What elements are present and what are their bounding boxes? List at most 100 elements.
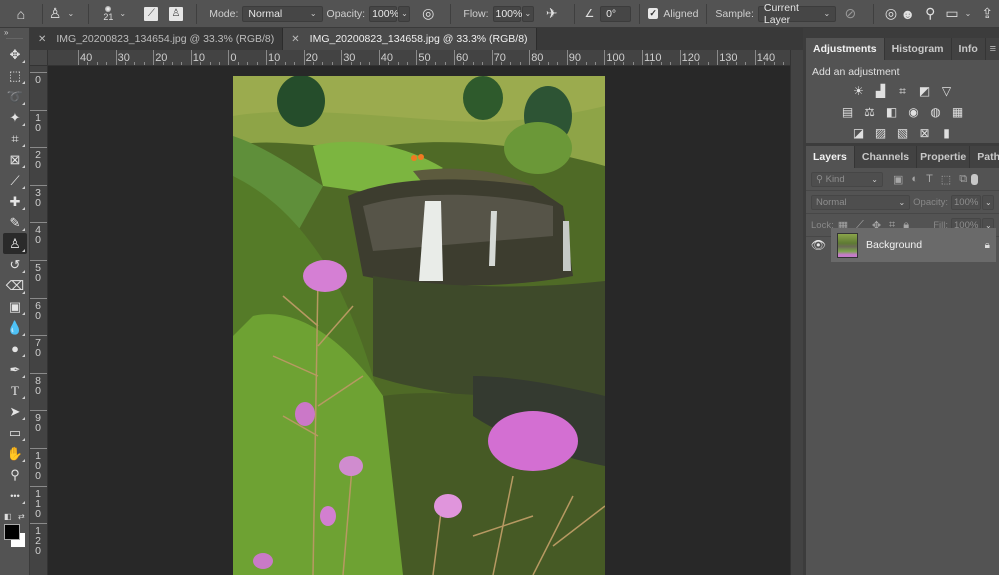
layer-opacity-input[interactable]: 100% (951, 194, 981, 210)
visibility-eye-icon[interactable]: 👁︎ (806, 238, 831, 252)
search-button[interactable]: ⚲ (925, 5, 935, 22)
zoom-tool[interactable]: ⚲ (3, 464, 27, 485)
edit-toolbar[interactable]: ••• (3, 485, 27, 506)
pressure-size-button[interactable]: ◎ (881, 5, 900, 22)
eraser-tool[interactable]: ⌫ (3, 275, 27, 296)
airbrush-button[interactable]: ✈ (538, 5, 566, 22)
divider (573, 3, 575, 24)
photo-filter-icon[interactable]: ◉ (906, 104, 922, 120)
ruler-origin[interactable] (30, 50, 48, 66)
adjustment-filter-icon[interactable]: ◐ (911, 173, 918, 185)
brush-settings-button[interactable]: ⟋ (139, 6, 164, 21)
opacity-input[interactable]: 100% (369, 5, 399, 22)
path-selection-tool[interactable]: ➤ (3, 401, 27, 422)
smart-object-filter-icon[interactable]: ⧉ (959, 173, 967, 186)
home-button[interactable]: ⌂ (0, 6, 42, 22)
vertical-ruler[interactable]: 0 10 20 30 40 50 60 70 80 90 100 110 120 (30, 66, 48, 575)
gradient-tool[interactable]: ▣ (3, 296, 27, 317)
collapse-toolbox-button[interactable]: » (0, 28, 29, 38)
selective-color-icon[interactable]: ⊠ (917, 125, 933, 141)
default-colors-icon[interactable]: ◧ (4, 512, 12, 521)
layer-opacity-dropdown[interactable]: ⌄ (982, 194, 994, 210)
share-user-button[interactable]: ☻ (900, 6, 915, 22)
tab-adjustments[interactable]: Adjustments (806, 38, 885, 60)
brush-preset-picker[interactable]: 21 ⌄ (97, 5, 139, 22)
document-image[interactable] (233, 76, 605, 575)
tab-info[interactable]: Info (952, 38, 986, 60)
healing-brush-tool[interactable]: ✚ (3, 191, 27, 212)
angle-input[interactable]: 0° (600, 5, 632, 22)
sample-select[interactable]: Current Layer ⌄ (757, 2, 837, 26)
flow-dropdown[interactable]: ⌄ (521, 5, 534, 22)
eyedropper-tool[interactable]: ⟋ (3, 170, 27, 191)
filter-toggle[interactable] (971, 173, 979, 185)
dodge-tool[interactable]: ● (3, 338, 27, 359)
opacity-dropdown[interactable]: ⌄ (398, 5, 411, 22)
panel-menu-icon[interactable]: ≡ (987, 38, 999, 60)
mode-select[interactable]: Normal ⌄ (242, 5, 323, 22)
brush-tool[interactable]: ✎ (3, 212, 27, 233)
black-white-icon[interactable]: ◧ (884, 104, 900, 120)
clone-stamp-tool[interactable]: ♙ (3, 233, 27, 254)
foreground-color-swatch[interactable] (4, 524, 20, 540)
doc-tab-1[interactable]: ✕ IMG_20200823_134654.jpg @ 33.3% (RGB/8) (30, 28, 284, 50)
workspace-button[interactable]: ▭ ⌄ (945, 5, 971, 22)
clone-stamp-icon: ♙ (9, 235, 21, 251)
tab-properties[interactable]: Propertie (917, 146, 971, 168)
flow-input[interactable]: 100% (492, 5, 522, 22)
aligned-checkbox[interactable]: ✓ (647, 8, 659, 19)
history-brush-tool[interactable]: ↺ (3, 254, 27, 275)
clone-source-button[interactable]: ♙ (164, 6, 189, 21)
color-balance-icon[interactable]: ⚖ (862, 104, 878, 120)
vibrance-icon[interactable]: ▽ (939, 83, 955, 99)
exposure-icon[interactable]: ◩ (917, 83, 933, 99)
layer-kind-filter[interactable]: ⚲ Kind ⌄ (811, 171, 883, 187)
close-icon[interactable]: ✕ (291, 34, 299, 45)
tool-preset-picker[interactable]: ♙ ⌄ (43, 5, 81, 22)
hue-saturation-icon[interactable]: ▤ (840, 104, 856, 120)
pixel-filter-icon[interactable]: ▣ (893, 173, 903, 186)
posterize-icon[interactable]: ▨ (873, 125, 889, 141)
tab-channels[interactable]: Channels (855, 146, 918, 168)
crop-tool[interactable]: ⌗ (3, 128, 27, 149)
brightness-contrast-icon[interactable]: ☀ (851, 83, 867, 99)
vertical-scrollbar[interactable] (790, 50, 803, 575)
pressure-opacity-button[interactable]: ◎ (414, 5, 442, 22)
shape-filter-icon[interactable]: ⬚ (941, 173, 951, 186)
tab-paths[interactable]: Paths (970, 146, 999, 168)
tab-layers[interactable]: Layers (806, 146, 855, 168)
layer-row-background[interactable]: 👁︎ Background 🔒︎ (806, 228, 996, 262)
doc-tab-2[interactable]: ✕ IMG_20200823_134658.jpg @ 33.3% (RGB/8) (283, 28, 537, 50)
color-lookup-icon[interactable]: ▦ (950, 104, 966, 120)
channel-mixer-icon[interactable]: ◍ (928, 104, 944, 120)
invert-icon[interactable]: ◪ (851, 125, 867, 141)
horizontal-ruler[interactable]: 40 30 20 10 0 10 20 30 40 50 60 70 80 90 100 110 120 130 1… (48, 50, 790, 66)
threshold-icon[interactable]: ▧ (895, 125, 911, 141)
marquee-tool[interactable]: ⬚ (3, 65, 27, 86)
layer-lock-icon[interactable]: 🔒︎ (985, 240, 990, 251)
ruler-tick (30, 147, 47, 149)
pen-tool[interactable]: ✒ (3, 359, 27, 380)
magic-wand-tool[interactable]: ✦ (3, 107, 27, 128)
blend-mode-select[interactable]: Normal ⌄ (811, 194, 911, 210)
chevron-down-icon: ⌄ (823, 9, 831, 18)
type-filter-icon[interactable]: T (926, 173, 933, 185)
type-tool[interactable]: T (3, 380, 27, 401)
swap-colors-icon[interactable]: ⇄ (18, 512, 25, 521)
share-button[interactable]: ⇪ (981, 5, 993, 22)
rectangle-tool[interactable]: ▭ (3, 422, 27, 443)
hand-tool[interactable]: ✋ (3, 443, 27, 464)
gradient-map-icon[interactable]: ▮ (939, 125, 955, 141)
move-tool[interactable]: ✥ (3, 44, 27, 65)
blur-tool[interactable]: 💧 (3, 317, 27, 338)
close-icon[interactable]: ✕ (38, 34, 46, 45)
layer-item[interactable]: Background 🔒︎ (831, 228, 996, 262)
curves-icon[interactable]: ⌗ (895, 83, 911, 99)
chevron-down-icon: ⌄ (964, 9, 972, 18)
lasso-tool[interactable]: ➰ (3, 86, 27, 107)
ruler-label: 90 (35, 412, 41, 435)
tab-histogram[interactable]: Histogram (885, 38, 952, 60)
levels-icon[interactable]: ▟ (873, 83, 889, 99)
ignore-adjustment-layers-button[interactable]: ⊘ (836, 5, 864, 22)
frame-tool[interactable]: ⊠ (3, 149, 27, 170)
